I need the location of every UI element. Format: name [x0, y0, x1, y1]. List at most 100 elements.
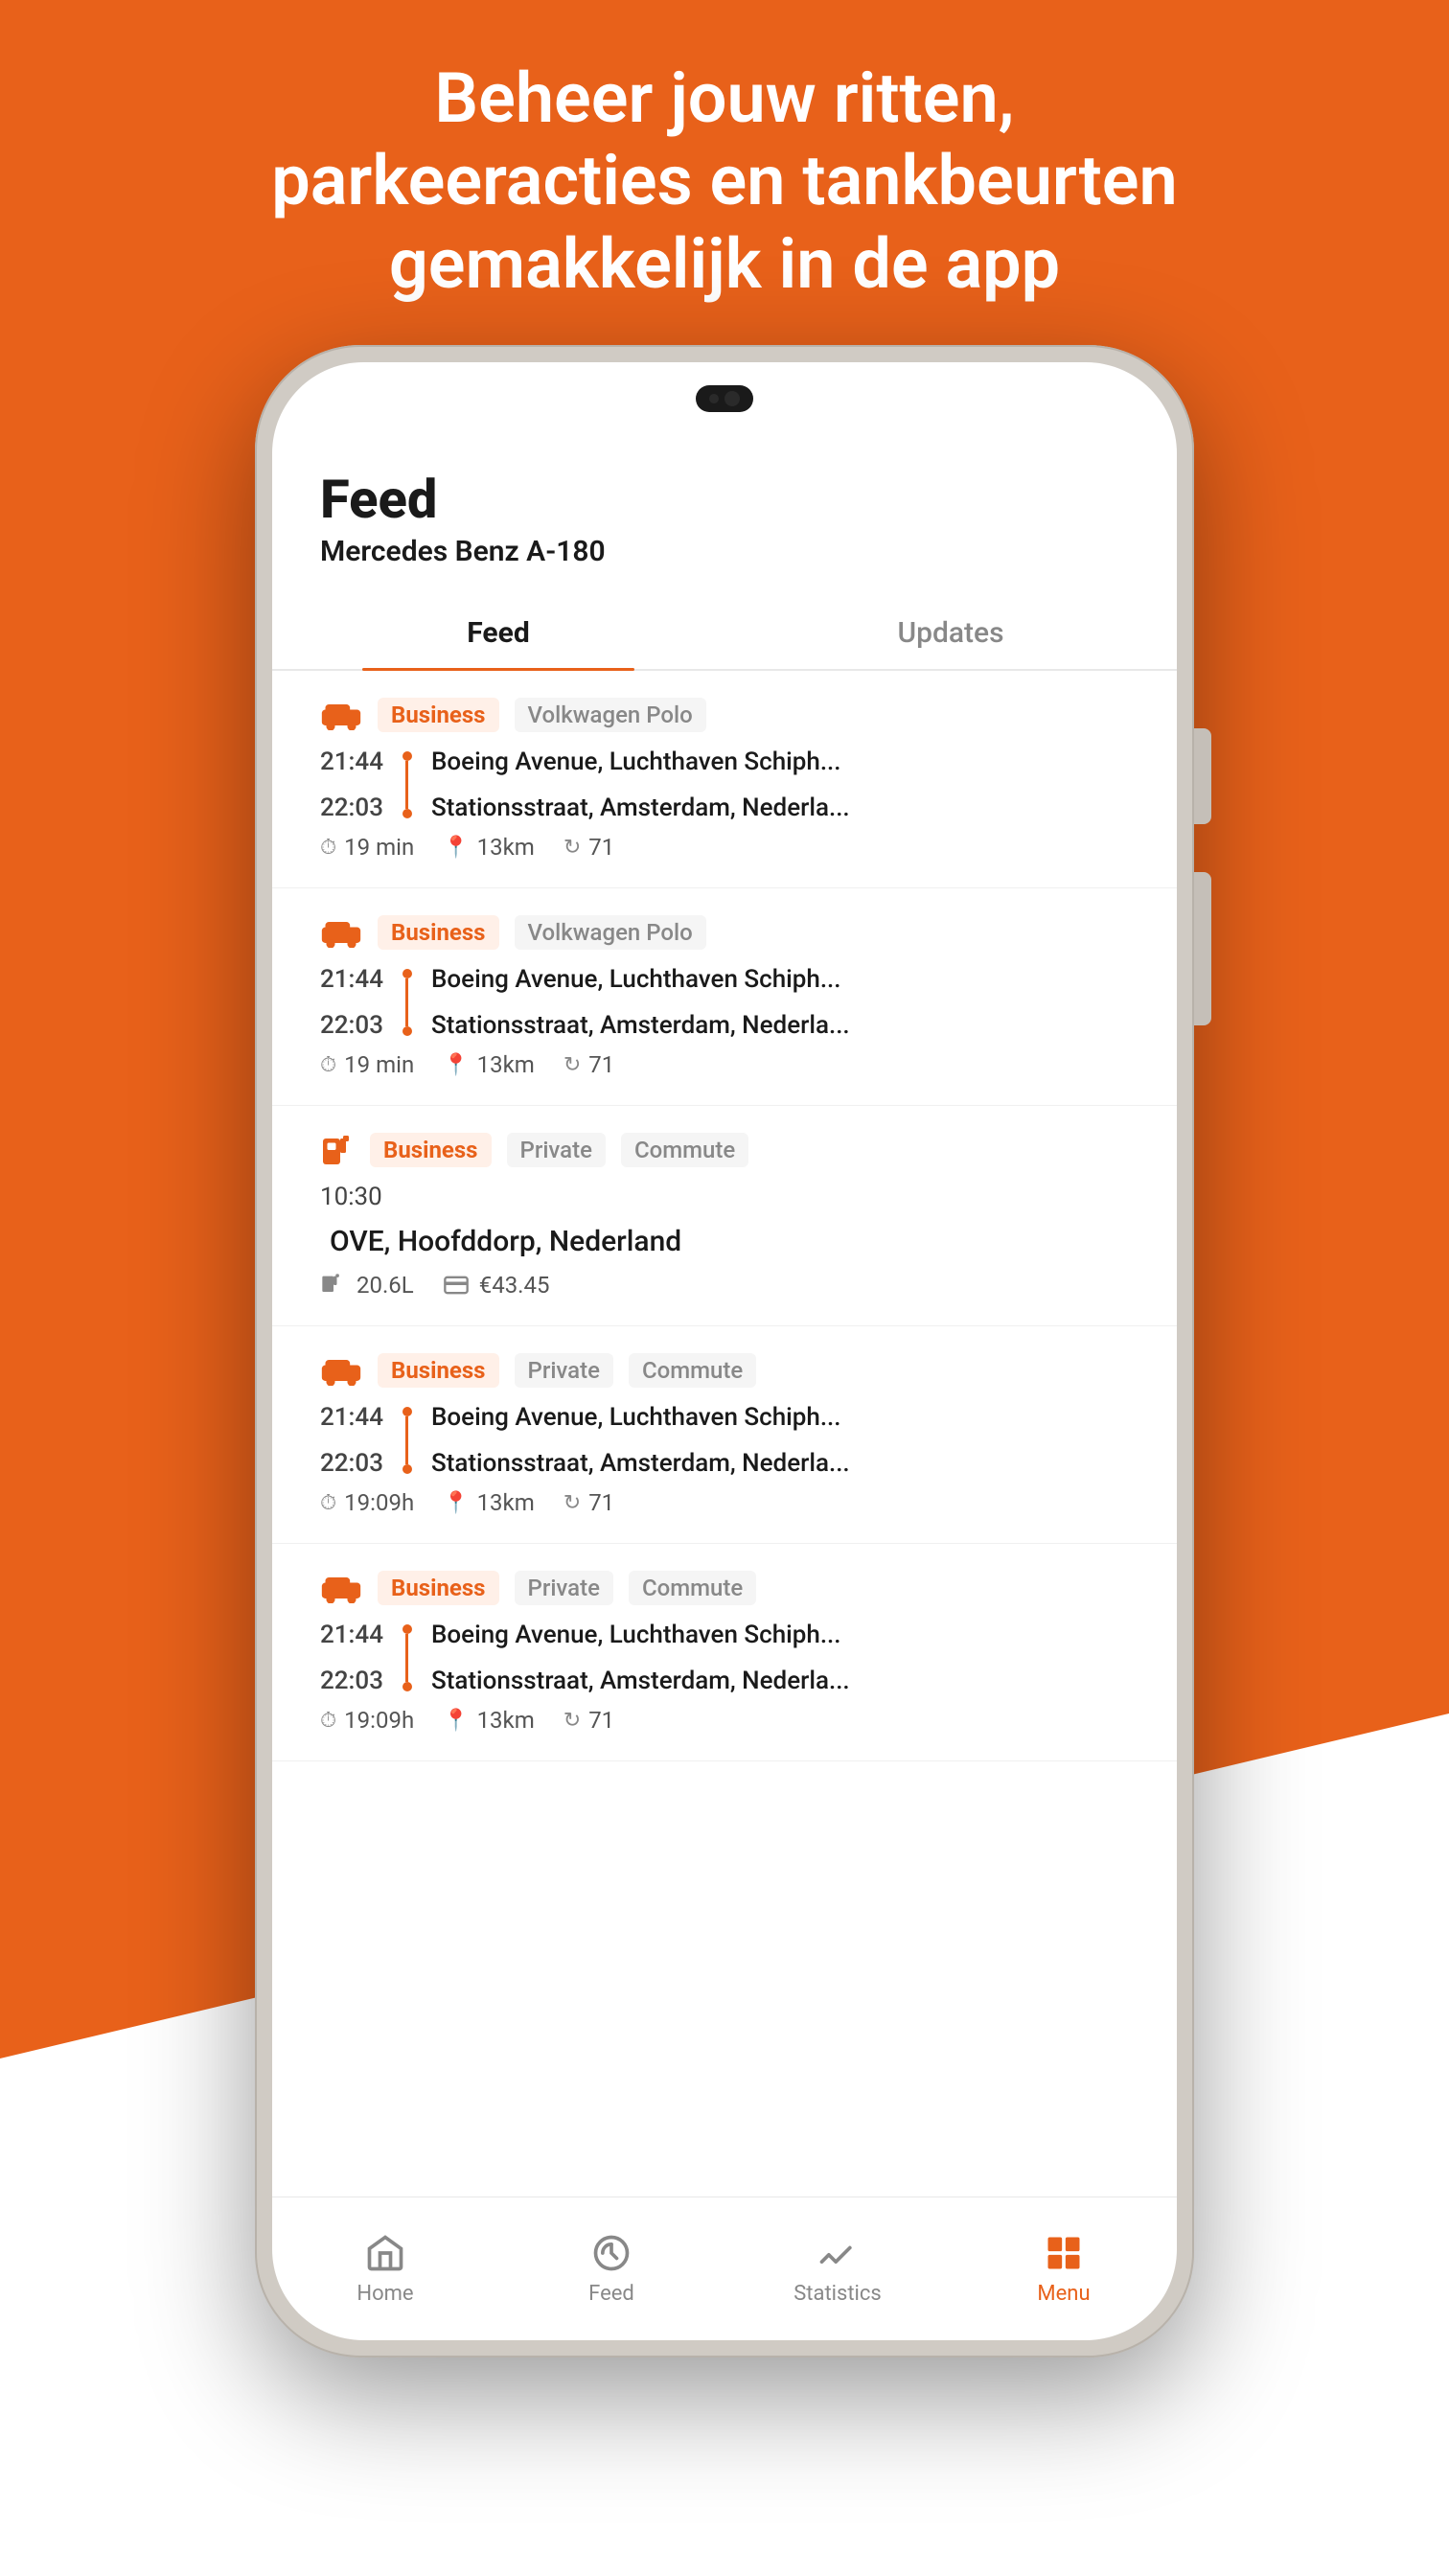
fuel-location-3: OVE, Hoofddorp, Nederland [320, 1225, 1129, 1258]
stat-distance-4: 📍 13km [443, 1489, 535, 1516]
trip-line-2 [402, 965, 412, 1040]
pin-icon-2: 📍 [443, 1053, 469, 1077]
trip-route-4: 21:44 22:03 Boeing Avenue, Luchthaven Sc… [320, 1403, 1129, 1478]
camera-dot-1 [709, 394, 719, 403]
trip-addresses-4: Boeing Avenue, Luchthaven Schiph... Stat… [431, 1403, 1129, 1478]
fuel-liters-3: 20.6L [320, 1272, 414, 1299]
feed-item-1-header: Business Volkwagen Polo [320, 698, 1129, 732]
app-header: Feed Mercedes Benz A-180 [272, 439, 1177, 568]
trip-addresses-1: Boeing Avenue, Luchthaven Schiph... Stat… [431, 748, 1129, 822]
badge-car-2: Volkwagen Polo [515, 915, 706, 950]
header-section: Beheer jouw ritten, parkeeracties en tan… [0, 58, 1449, 306]
badge-private-3: Private [507, 1133, 606, 1167]
trip-line-5 [402, 1621, 412, 1695]
dot-top-2 [402, 969, 412, 978]
tab-bar: Feed Updates [272, 597, 1177, 671]
stat-distance-2: 📍 13km [443, 1051, 535, 1078]
stat-score-1: ↻ 71 [564, 834, 614, 861]
nav-feed[interactable]: Feed [498, 2222, 724, 2315]
feed-item-4[interactable]: Business Private Commute 21:44 22:03 [272, 1326, 1177, 1544]
trip-line-4 [402, 1403, 412, 1478]
stat-distance-1: 📍 13km [443, 834, 535, 861]
badge-business-2: Business [378, 915, 499, 950]
stat-score-2: ↻ 71 [564, 1051, 614, 1078]
badge-private-4: Private [515, 1353, 613, 1388]
trip-to-2: Stationsstraat, Amsterdam, Nederla... [431, 1011, 1129, 1040]
dot-bottom-2 [402, 1026, 412, 1036]
trip-times-1: 21:44 22:03 [320, 748, 383, 822]
tab-updates[interactable]: Updates [724, 597, 1177, 669]
fuel-volume-icon [320, 1272, 347, 1299]
nav-home[interactable]: Home [272, 2222, 498, 2315]
dot-top-5 [402, 1624, 412, 1634]
stat-duration-1: ⏱ 19 min [320, 834, 414, 861]
feed-item-3-fuel[interactable]: Business Private Commute 10:30 OVE, Hoof… [272, 1106, 1177, 1326]
feed-item-2[interactable]: Business Volkwagen Polo 21:44 22:03 [272, 888, 1177, 1106]
trip-from-1: Boeing Avenue, Luchthaven Schiph... [431, 748, 1129, 776]
feed-list: Business Volkwagen Polo 21:44 22:03 [272, 671, 1177, 2196]
nav-menu[interactable]: Menu [951, 2222, 1177, 2315]
trip-end-time-2: 22:03 [320, 1011, 383, 1040]
pin-icon-4: 📍 [443, 1491, 469, 1515]
badge-private-5: Private [515, 1571, 613, 1605]
camera-dot-2 [724, 391, 740, 406]
clock-icon-2: ⏱ [320, 1053, 336, 1077]
trip-stats-4: ⏱ 19:09h 📍 13km ↻ 71 [320, 1489, 1129, 1516]
app-content: Feed Mercedes Benz A-180 Feed Updates [272, 362, 1177, 2340]
feed-item-1[interactable]: Business Volkwagen Polo 21:44 22:03 [272, 671, 1177, 888]
trip-route-2: 21:44 22:03 Boeing Avenue, Luchthaven Sc… [320, 965, 1129, 1040]
stat-score-4: ↻ 71 [564, 1489, 614, 1516]
nav-statistics[interactable]: Statistics [724, 2222, 951, 2315]
header-title: Beheer jouw ritten, parkeeracties en tan… [77, 58, 1372, 306]
car-icon [320, 700, 362, 730]
feed-item-2-header: Business Volkwagen Polo [320, 915, 1129, 950]
feed-icon [590, 2232, 632, 2274]
trip-times-2: 21:44 22:03 [320, 965, 383, 1040]
home-icon [364, 2232, 406, 2274]
stat-duration-5: ⏱ 19:09h [320, 1707, 414, 1734]
trip-start-time-2: 21:44 [320, 965, 383, 994]
stat-duration-2: ⏱ 19 min [320, 1051, 414, 1078]
trip-to-5: Stationsstraat, Amsterdam, Nederla... [431, 1667, 1129, 1695]
trip-addresses-5: Boeing Avenue, Luchthaven Schiph... Stat… [431, 1621, 1129, 1695]
vert-line-4 [405, 1416, 408, 1464]
clock-icon-5: ⏱ [320, 1709, 336, 1733]
trip-to-1: Stationsstraat, Amsterdam, Nederla... [431, 794, 1129, 822]
stat-score-5: ↻ 71 [564, 1707, 614, 1734]
trip-stats-5: ⏱ 19:09h 📍 13km ↻ 71 [320, 1707, 1129, 1734]
tab-feed[interactable]: Feed [272, 597, 724, 669]
payment-icon [443, 1272, 470, 1299]
feed-item-5[interactable]: Business Private Commute 21:44 22:03 [272, 1544, 1177, 1761]
vert-line-2 [405, 978, 408, 1026]
phone-outer: Feed Mercedes Benz A-180 Feed Updates [255, 345, 1194, 2358]
stat-distance-5: 📍 13km [443, 1707, 535, 1734]
trip-end-time-4: 22:03 [320, 1449, 383, 1478]
trip-stats-2: ⏱ 19 min 📍 13km ↻ 71 [320, 1051, 1129, 1078]
trip-end-time-5: 22:03 [320, 1667, 383, 1695]
pin-icon-5: 📍 [443, 1709, 469, 1733]
app-subtitle: Mercedes Benz A-180 [320, 535, 1129, 568]
trip-end-time-1: 22:03 [320, 794, 383, 822]
score-icon-4: ↻ [564, 1491, 581, 1515]
fuel-stats-3: 20.6L €43.45 [320, 1272, 1129, 1299]
trip-stats-1: ⏱ 19 min 📍 13km ↻ 71 [320, 834, 1129, 861]
trip-start-time-1: 21:44 [320, 748, 383, 776]
vert-line-1 [405, 761, 408, 809]
clock-icon-4: ⏱ [320, 1491, 336, 1515]
stat-duration-4: ⏱ 19:09h [320, 1489, 414, 1516]
pin-icon-1: 📍 [443, 836, 469, 860]
fuel-amount-3: €43.45 [443, 1272, 550, 1299]
car-icon-4 [320, 1355, 362, 1386]
trip-times-4: 21:44 22:03 [320, 1403, 383, 1478]
bottom-nav: Home Feed [272, 2196, 1177, 2340]
menu-icon [1043, 2232, 1085, 2274]
clock-icon-1: ⏱ [320, 836, 336, 860]
dot-bottom-5 [402, 1682, 412, 1691]
trip-from-5: Boeing Avenue, Luchthaven Schiph... [431, 1621, 1129, 1649]
camera-notch [696, 385, 753, 412]
trip-start-time-4: 21:44 [320, 1403, 383, 1432]
dot-top-4 [402, 1407, 412, 1416]
trip-line-1 [402, 748, 412, 822]
dot-top-1 [402, 751, 412, 761]
badge-commute-5: Commute [629, 1571, 756, 1605]
